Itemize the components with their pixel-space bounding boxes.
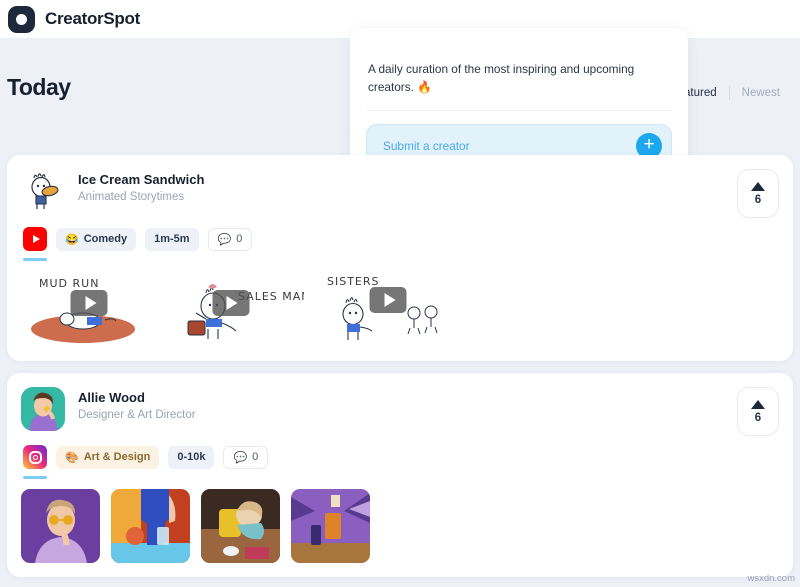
video-title: SISTERS: [327, 275, 380, 288]
play-icon[interactable]: [212, 289, 250, 316]
play-icon[interactable]: [369, 286, 407, 313]
card-meta-row: 😂 Comedy 1m-5m 💬 0: [21, 227, 779, 261]
creator-card[interactable]: Ice Cream Sandwich Animated Storytimes 6…: [7, 155, 793, 361]
comment-count: 0: [252, 451, 259, 463]
promo-description: A daily curation of the most inspiring a…: [366, 60, 672, 111]
photo-thumbnail-list: [21, 489, 779, 563]
upvote-button[interactable]: 6: [737, 387, 779, 436]
card-meta-row: 🎨 Art & Design 0-10k 💬 0: [21, 445, 779, 479]
upvote-triangle-icon: [751, 181, 765, 191]
comment-pill[interactable]: 💬 0: [207, 227, 253, 251]
page-title: Today: [7, 74, 71, 100]
avatar: [21, 169, 65, 213]
hero-section: Today Featured Newest A daily curation o…: [0, 28, 800, 182]
video-thumbnail-list: MUD RUN SALES MAN SISTERS: [21, 271, 779, 347]
comment-count: 0: [236, 233, 243, 245]
comment-icon: 💬: [217, 233, 232, 246]
video-thumbnail[interactable]: SISTERS: [315, 271, 451, 347]
category-label: Comedy: [83, 233, 128, 245]
card-header-text: Allie Wood Designer & Art Director: [78, 387, 196, 421]
creator-feed: Ice Cream Sandwich Animated Storytimes 6…: [0, 155, 800, 577]
comment-pill[interactable]: 💬 0: [223, 445, 269, 469]
creator-name: Allie Wood: [78, 390, 145, 405]
video-title: MUD RUN: [39, 277, 100, 290]
duration-pill[interactable]: 1m-5m: [145, 227, 199, 251]
card-header-text: Ice Cream Sandwich Animated Storytimes: [78, 169, 204, 203]
youtube-icon[interactable]: [23, 227, 47, 251]
watermark: wsxdn.com: [747, 573, 795, 584]
vote-count: 6: [754, 411, 762, 424]
creator-role: Designer & Art Director: [78, 409, 196, 421]
circle-logo-icon[interactable]: [8, 5, 35, 33]
instagram-lens: [32, 454, 38, 460]
upvote-button[interactable]: 6: [737, 169, 779, 218]
creator-card[interactable]: Allie Wood Designer & Art Director 6 🎨 A…: [7, 373, 793, 577]
category-pill[interactable]: 😂 Comedy: [56, 227, 137, 251]
creator-role: Animated Storytimes: [78, 191, 185, 203]
category-emoji-icon: 🎨: [65, 451, 79, 464]
category-pill[interactable]: 🎨 Art & Design: [56, 445, 160, 469]
comment-icon: 💬: [233, 451, 248, 464]
tab-newest[interactable]: Newest: [730, 87, 792, 99]
vote-count: 6: [754, 193, 762, 206]
video-thumbnail[interactable]: SALES MAN: [168, 271, 304, 347]
play-icon[interactable]: [70, 289, 108, 316]
platform-underline-accent: [23, 258, 47, 261]
audience-pill[interactable]: 0-10k: [168, 445, 215, 469]
instagram-icon[interactable]: [23, 445, 47, 469]
card-header: Ice Cream Sandwich Animated Storytimes: [21, 169, 779, 213]
photo-thumbnail[interactable]: [111, 489, 190, 563]
upvote-triangle-icon: [751, 399, 765, 409]
brand-name: CreatorSpot: [45, 9, 140, 28]
logo-inner-circle: [16, 13, 27, 25]
submit-creator-input[interactable]: Submit a creator: [383, 139, 470, 153]
video-thumbnail[interactable]: MUD RUN: [21, 271, 157, 347]
photo-thumbnail[interactable]: [201, 489, 280, 563]
creator-name: Ice Cream Sandwich: [78, 172, 205, 187]
avatar: [21, 387, 65, 431]
category-emoji-icon: 😂: [65, 233, 79, 246]
instagram-ring: [28, 450, 42, 464]
platform-underline-accent: [23, 476, 47, 479]
photo-thumbnail[interactable]: [21, 489, 100, 563]
category-label: Art & Design: [83, 451, 151, 463]
card-header: Allie Wood Designer & Art Director: [21, 387, 779, 431]
photo-thumbnail[interactable]: [291, 489, 370, 563]
